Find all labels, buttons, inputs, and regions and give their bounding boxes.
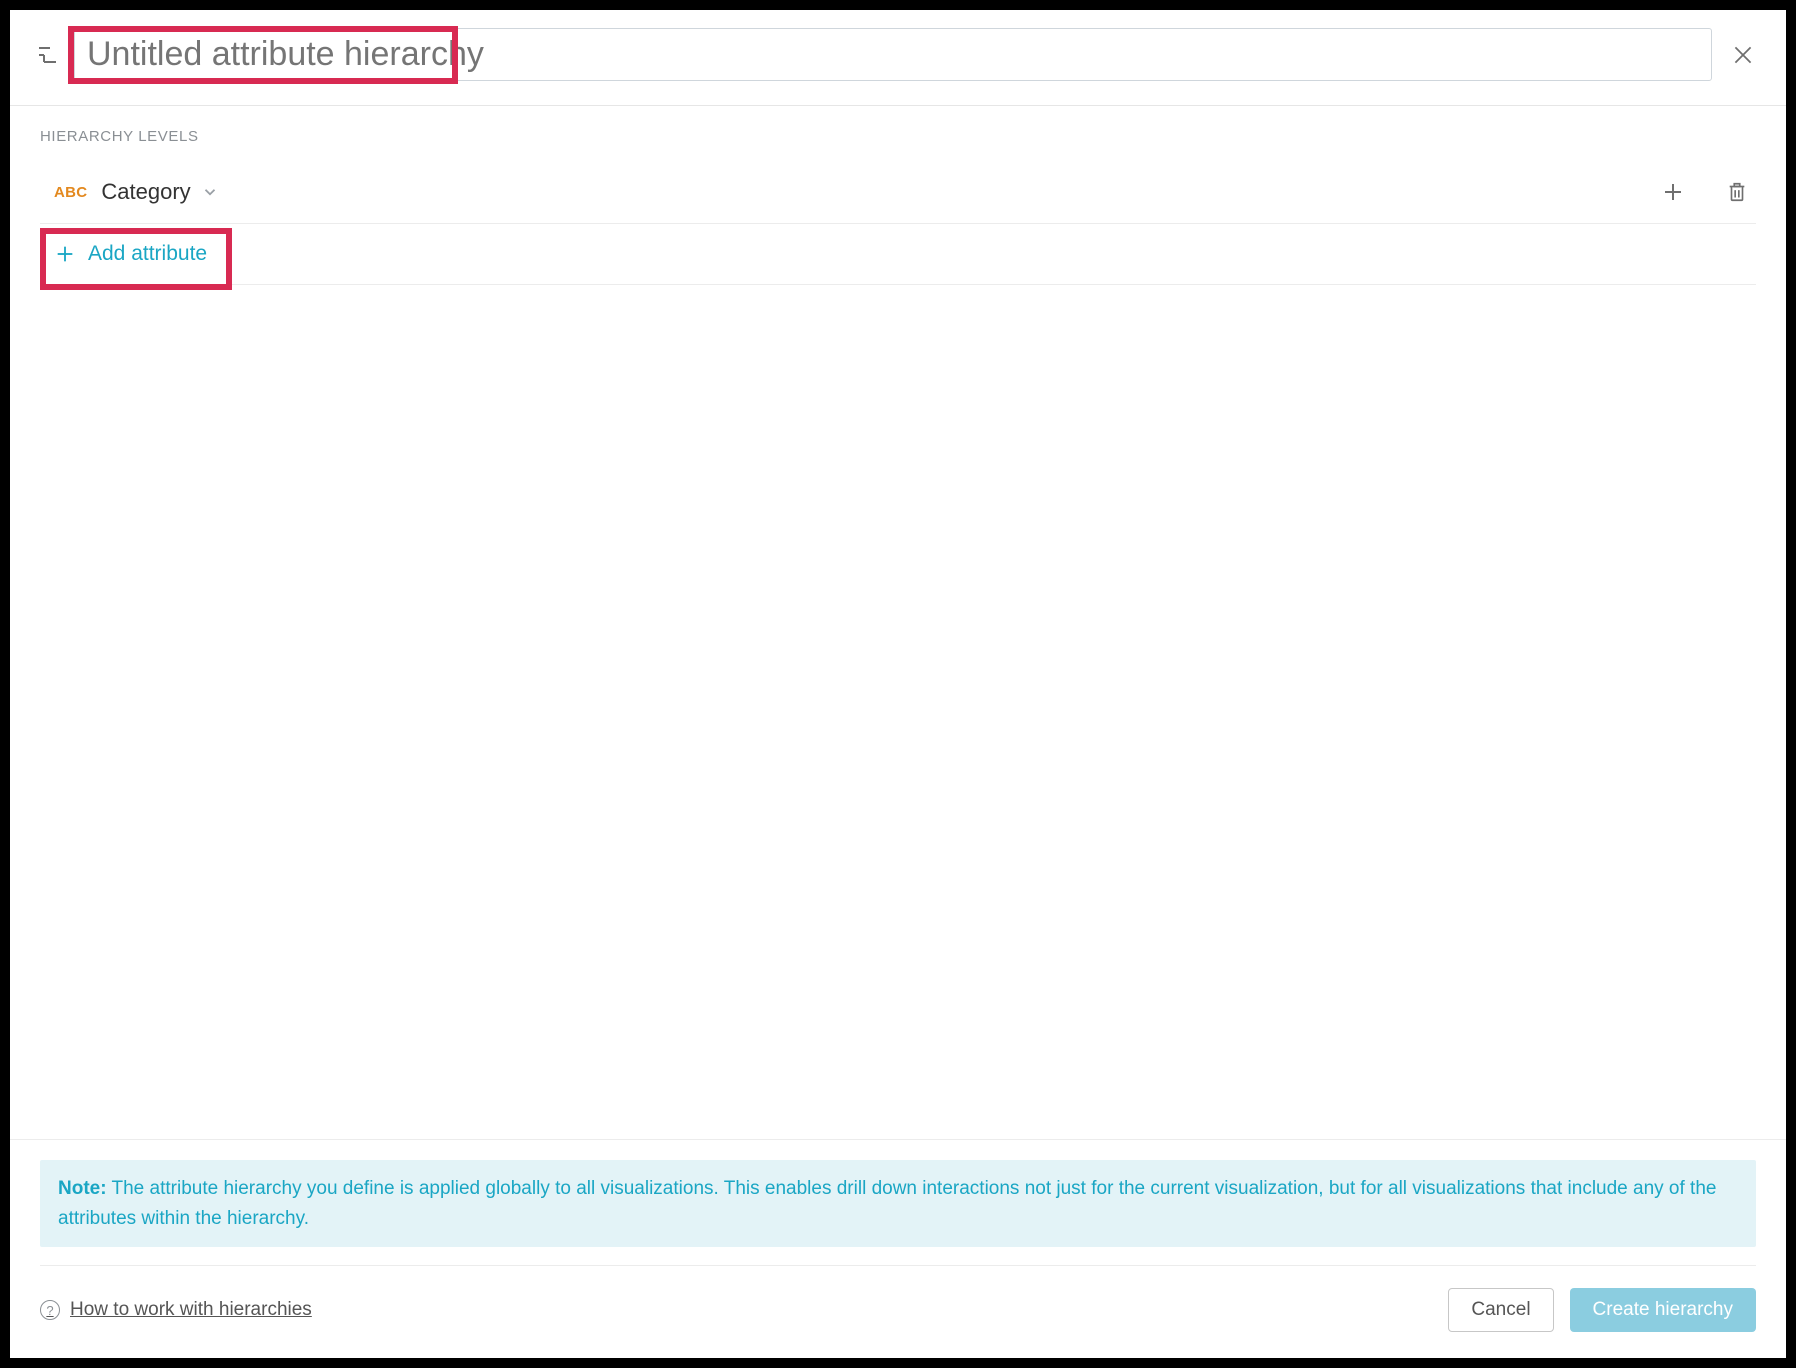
- level-name: Category: [101, 179, 190, 205]
- help-icon: ?: [40, 1300, 60, 1320]
- close-icon: [1730, 42, 1756, 68]
- trash-icon: [1726, 181, 1748, 203]
- add-level-button[interactable]: [1658, 177, 1688, 207]
- close-button[interactable]: [1726, 38, 1760, 72]
- help-link-label: How to work with hierarchies: [70, 1299, 312, 1321]
- note-prefix: Note:: [58, 1178, 107, 1199]
- cancel-button[interactable]: Cancel: [1448, 1288, 1553, 1332]
- hierarchy-dialog: HIERARCHY LEVELS ABC Category: [10, 10, 1786, 1358]
- footer-bar: ? How to work with hierarchies Cancel Cr…: [40, 1265, 1756, 1332]
- note-banner: Note: The attribute hierarchy you define…: [40, 1160, 1756, 1247]
- add-attribute-label: Add attribute: [88, 242, 207, 266]
- dialog-body: HIERARCHY LEVELS ABC Category: [10, 106, 1786, 1139]
- attribute-type-badge: ABC: [54, 184, 87, 201]
- add-attribute-button[interactable]: Add attribute: [40, 224, 1756, 285]
- delete-level-button[interactable]: [1722, 177, 1752, 207]
- hierarchy-icon: [36, 43, 60, 67]
- dialog-footer: Note: The attribute hierarchy you define…: [10, 1139, 1786, 1358]
- chevron-down-icon[interactable]: [201, 183, 219, 201]
- plus-icon: [1661, 180, 1685, 204]
- create-hierarchy-button[interactable]: Create hierarchy: [1570, 1288, 1756, 1332]
- help-link[interactable]: ? How to work with hierarchies: [40, 1299, 312, 1321]
- plus-icon: [54, 243, 76, 265]
- level-row[interactable]: ABC Category: [40, 167, 1756, 224]
- section-label: HIERARCHY LEVELS: [40, 128, 1756, 145]
- dialog-header: [10, 10, 1786, 106]
- note-text: The attribute hierarchy you define is ap…: [58, 1178, 1716, 1228]
- hierarchy-title-input[interactable]: [74, 28, 1712, 81]
